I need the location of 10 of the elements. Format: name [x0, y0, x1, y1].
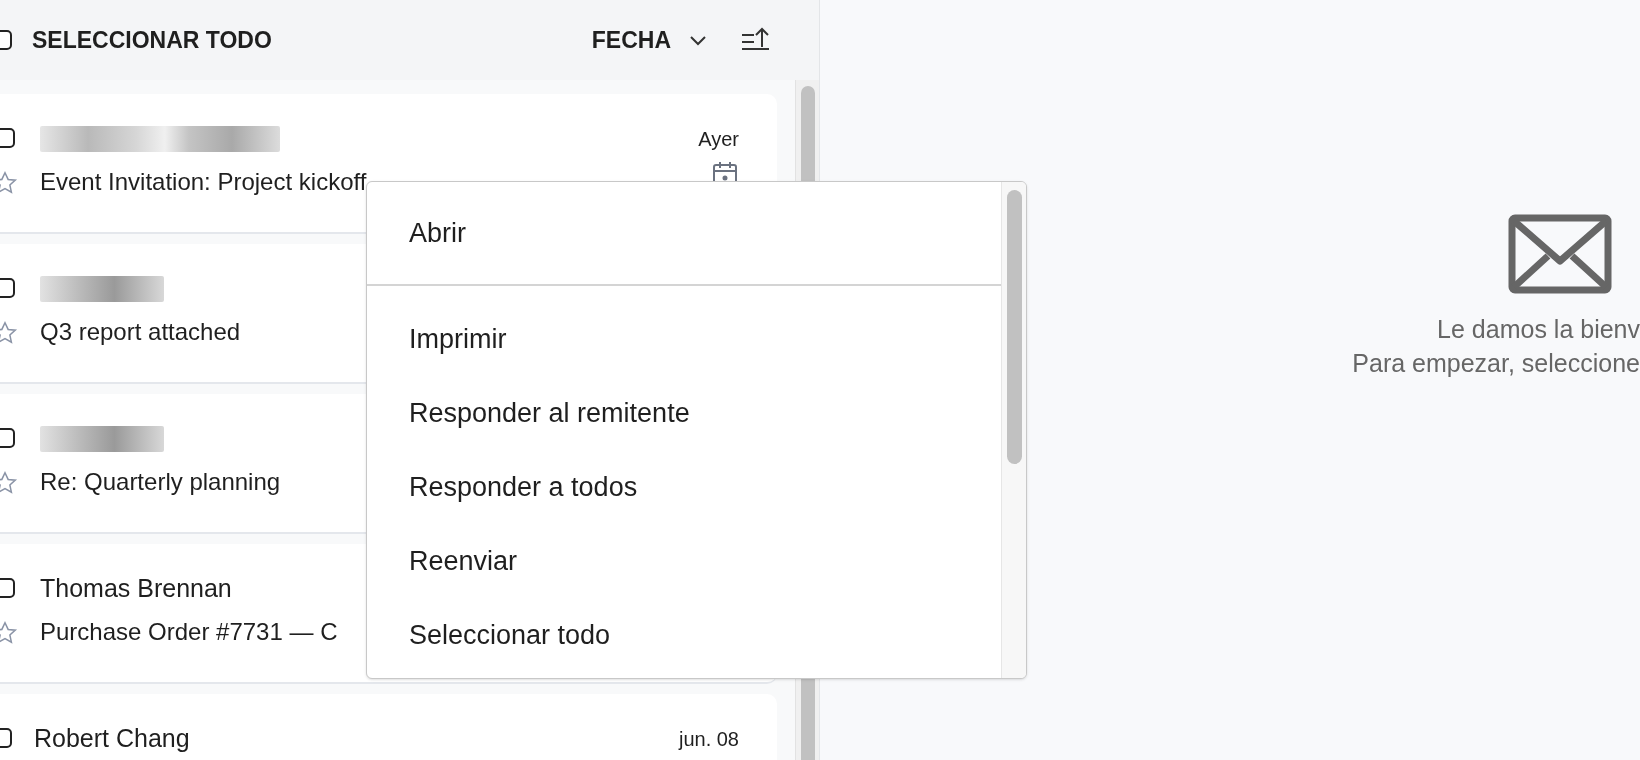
sender-name: Robert Chang: [34, 723, 190, 755]
welcome-text: Para empezar, seleccione: [1352, 348, 1640, 379]
message-subject: Q3 report attached: [40, 317, 241, 347]
message-subject: Re: Quarterly planning: [40, 467, 281, 497]
message-date: Ayer: [698, 127, 739, 152]
welcome-text: Le damos la bienv: [1437, 314, 1640, 345]
sender-name: Thomas Brennan: [40, 573, 232, 605]
message-date: jun. 08: [678, 727, 739, 752]
message-subject: Purchase Order #7731 — C: [40, 617, 338, 647]
message-subject: Event Invitation: Project kickoff: [40, 167, 367, 197]
